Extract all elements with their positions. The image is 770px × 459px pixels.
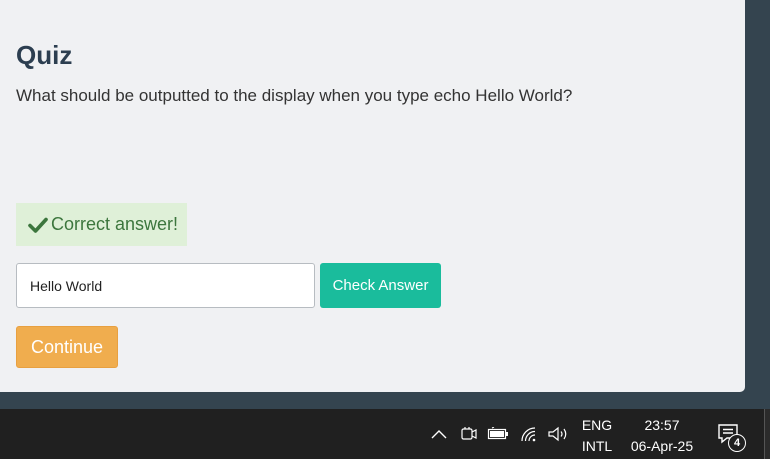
keyboard-layout: INTL [581, 438, 613, 454]
clock[interactable]: 23:57 06-Apr-25 [622, 415, 702, 457]
language-code: ENG [581, 417, 613, 433]
answer-input[interactable] [16, 263, 315, 308]
quiz-title: Quiz [16, 40, 73, 70]
clock-time: 23:57 [644, 417, 680, 433]
correct-answer-alert: Correct answer! [16, 203, 187, 246]
quiz-card: Quiz What should be outputted to the dis… [0, 0, 745, 392]
chevron-up-icon[interactable] [428, 424, 450, 444]
wifi-icon[interactable] [518, 424, 540, 444]
meet-now-icon[interactable] [458, 424, 480, 444]
battery-icon[interactable] [487, 424, 509, 444]
volume-icon[interactable] [547, 424, 569, 444]
quiz-question: What should be outputted to the display … [16, 86, 573, 105]
taskbar: ENG INTL 23:57 06-Apr-25 4 [0, 409, 770, 459]
input-language-indicator[interactable]: ENG INTL [579, 415, 615, 457]
notification-count-badge: 4 [728, 434, 746, 452]
show-desktop-button[interactable] [765, 409, 770, 459]
check-answer-button[interactable]: Check Answer [320, 263, 441, 308]
checkmark-icon [28, 216, 48, 234]
feedback-text: Correct answer! [51, 214, 179, 234]
clock-date: 06-Apr-25 [630, 438, 694, 454]
continue-button[interactable]: Continue [16, 326, 118, 368]
